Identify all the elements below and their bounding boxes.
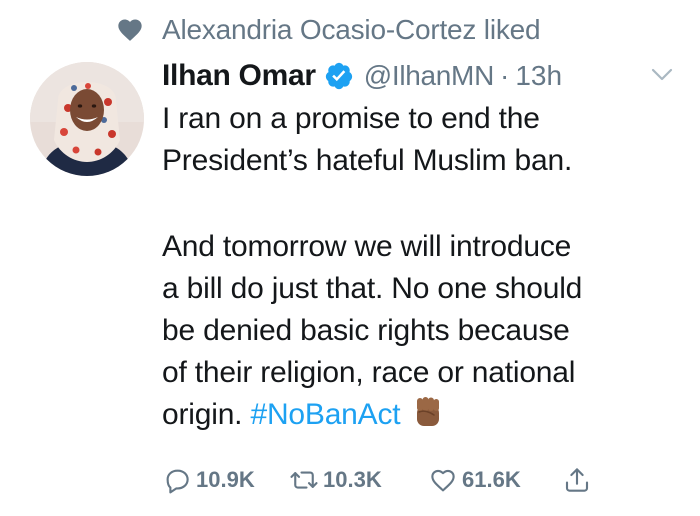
meta-separator: · xyxy=(500,60,510,91)
verified-badge-icon xyxy=(325,62,352,90)
reply-icon xyxy=(166,469,189,494)
social-context-text[interactable]: Alexandria Ocasio-Cortez liked xyxy=(162,14,541,46)
tweet-line: I ran on a promise to end the xyxy=(162,102,540,135)
share-button[interactable] xyxy=(562,462,592,498)
tweet-timestamp[interactable]: 13h xyxy=(515,60,562,92)
reply-count: 10.9K xyxy=(196,467,255,492)
like-count: 61.6K xyxy=(462,467,521,492)
avatar[interactable] xyxy=(30,62,144,176)
tweet-actions: 10.9K 10.3K 61.6K xyxy=(162,462,602,498)
tweet-line: a bill do just that. No one should xyxy=(162,272,583,305)
reply-button[interactable]: 10.9K xyxy=(162,462,255,498)
tweet-last-line: origin. #NoBanAct xyxy=(162,394,682,436)
avatar-image xyxy=(30,62,144,176)
tweet-line: of their religion, race or national xyxy=(162,356,576,389)
author-name[interactable]: Ilhan Omar xyxy=(162,59,316,93)
tweet-line: And tomorrow we will introduce xyxy=(162,230,572,263)
tweet-text-fragment: origin. xyxy=(162,398,251,431)
tweet-line: be denied basic rights because xyxy=(162,314,570,347)
author-handle[interactable]: @IlhanMN xyxy=(364,60,495,92)
hashtag-link[interactable]: #NoBanAct xyxy=(250,398,400,431)
tweet-header: Ilhan Omar @IlhanMN · 13h xyxy=(162,56,562,96)
paragraph-break xyxy=(162,182,682,226)
retweet-count: 10.3K xyxy=(323,467,382,492)
retweet-button[interactable]: 10.3K xyxy=(289,462,382,498)
retweet-icon xyxy=(290,471,318,489)
heart-icon xyxy=(118,19,142,41)
share-icon xyxy=(565,468,589,492)
tweet-text: I ran on a promise to end the President’… xyxy=(162,98,682,436)
heart-outline-icon xyxy=(431,469,455,492)
raised-fist-emoji-icon xyxy=(417,397,440,426)
tweet-line: President’s hateful Muslim ban. xyxy=(162,144,573,177)
like-button[interactable]: 61.6K xyxy=(428,462,521,498)
chevron-down-icon[interactable] xyxy=(651,67,673,83)
